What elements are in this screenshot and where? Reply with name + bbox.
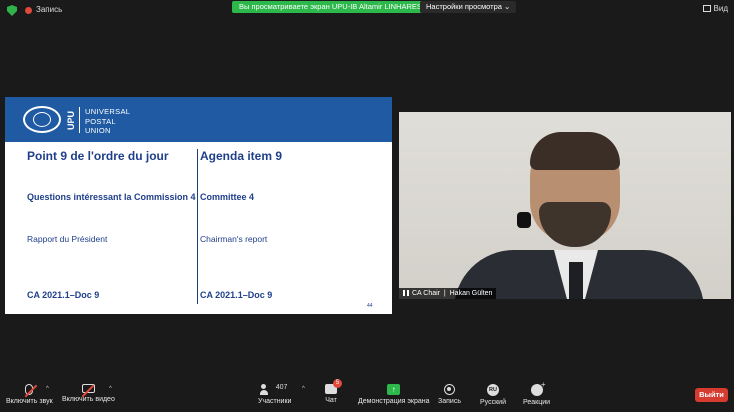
slide-left-subtitle: Questions intéressant la Commission 4 (27, 192, 196, 202)
participant-tie (569, 262, 583, 299)
logo-abbreviation: UPU (66, 110, 76, 130)
participant-video-tile[interactable]: CA Chair | Hakan Gülten (399, 112, 731, 299)
chat-icon: 5 (325, 379, 342, 394)
recording-label: Запись (36, 5, 63, 14)
start-video-label: Включить видео (62, 396, 115, 403)
share-screen-label: Демонстрация экрана (358, 398, 430, 405)
participants-button[interactable]: 407 Участники (258, 384, 291, 405)
shared-screen-slide: UPU UNIVERSAL POSTAL UNION Point 9 de l'… (5, 97, 392, 314)
headset-icon (517, 212, 531, 228)
view-button-label: Вид (713, 4, 728, 13)
top-bar: Запись Вы просматриваете экран UPU-IB Al… (0, 0, 734, 22)
share-screen-icon: ↑ (387, 384, 401, 395)
reactions-button[interactable]: Реакции (523, 380, 551, 406)
video-options-caret-icon[interactable]: ^ (109, 386, 112, 392)
interpretation-button[interactable]: RU Русский (480, 384, 506, 406)
participants-options-caret-icon[interactable]: ^ (302, 386, 305, 392)
security-shield-icon[interactable] (7, 5, 17, 16)
logo-line-1: UNIVERSAL (85, 107, 131, 116)
slide-page-number: 44 (367, 303, 373, 309)
slide-right-title: Agenda item 9 (200, 149, 283, 163)
column-divider (197, 149, 198, 304)
participants-label: Участники (258, 398, 292, 405)
audio-options-caret-icon[interactable]: ^ (46, 386, 49, 392)
share-screen-button[interactable]: ↑ Демонстрация экрана (358, 384, 430, 405)
slide-left-report: Rapport du Président (27, 234, 108, 244)
grid-view-icon (702, 5, 711, 13)
chat-unread-badge: 5 (333, 379, 342, 388)
slide-right-subtitle: Committee 4 (200, 192, 255, 202)
view-options-button[interactable]: Настройки просмотра ⌄ (420, 1, 517, 13)
participant-name: Hakan Gülten (449, 290, 493, 297)
meeting-toolbar: Включить звук ^ Включить видео ^ 407 Уча… (0, 379, 734, 412)
view-button[interactable]: Вид (702, 4, 728, 13)
un-emblem-icon (23, 106, 61, 133)
slide-left-title: Point 9 de l'ordre du jour (27, 149, 169, 163)
participant-hair (530, 132, 620, 170)
microphone-muted-icon (25, 384, 34, 395)
slide-right-report: Chairman's report (200, 234, 268, 244)
signal-strength-icon (403, 290, 409, 297)
language-globe-icon: RU (486, 384, 499, 396)
slide-right-doc: CA 2021.1–Doc 9 (200, 290, 273, 300)
participant-role: CA Chair (412, 290, 441, 297)
language-label: Русский (480, 399, 506, 406)
participant-name-tag: CA Chair | Hakan Gülten (399, 288, 497, 299)
recording-indicator-icon (25, 7, 32, 14)
chat-label: Чат (325, 397, 337, 404)
slide-left-doc: CA 2021.1–Doc 9 (27, 290, 100, 300)
participants-icon: 407 (259, 384, 290, 395)
logo-line-2: POSTAL (85, 116, 116, 126)
chat-button[interactable]: 5 Чат (325, 379, 342, 404)
leave-button[interactable]: Выйти (695, 388, 728, 402)
start-video-button[interactable]: Включить видео (62, 384, 115, 403)
reactions-icon (530, 380, 546, 396)
unmute-label: Включить звук (6, 398, 53, 405)
screen-share-banner: Вы просматриваете экран UPU-IB Altamir L… (232, 1, 429, 13)
record-icon (443, 384, 455, 395)
record-label: Запись (438, 398, 461, 405)
participants-count: 407 (275, 384, 288, 391)
slide-header: UPU UNIVERSAL POSTAL UNION (5, 97, 392, 142)
logo-divider (79, 107, 80, 133)
camera-off-icon (81, 384, 95, 393)
logo-wordmark: UNIVERSAL POSTAL UNION (85, 107, 130, 136)
record-button[interactable]: Запись (438, 384, 461, 405)
logo-line-3: UNION (85, 126, 111, 135)
reactions-label: Реакции (523, 399, 551, 406)
